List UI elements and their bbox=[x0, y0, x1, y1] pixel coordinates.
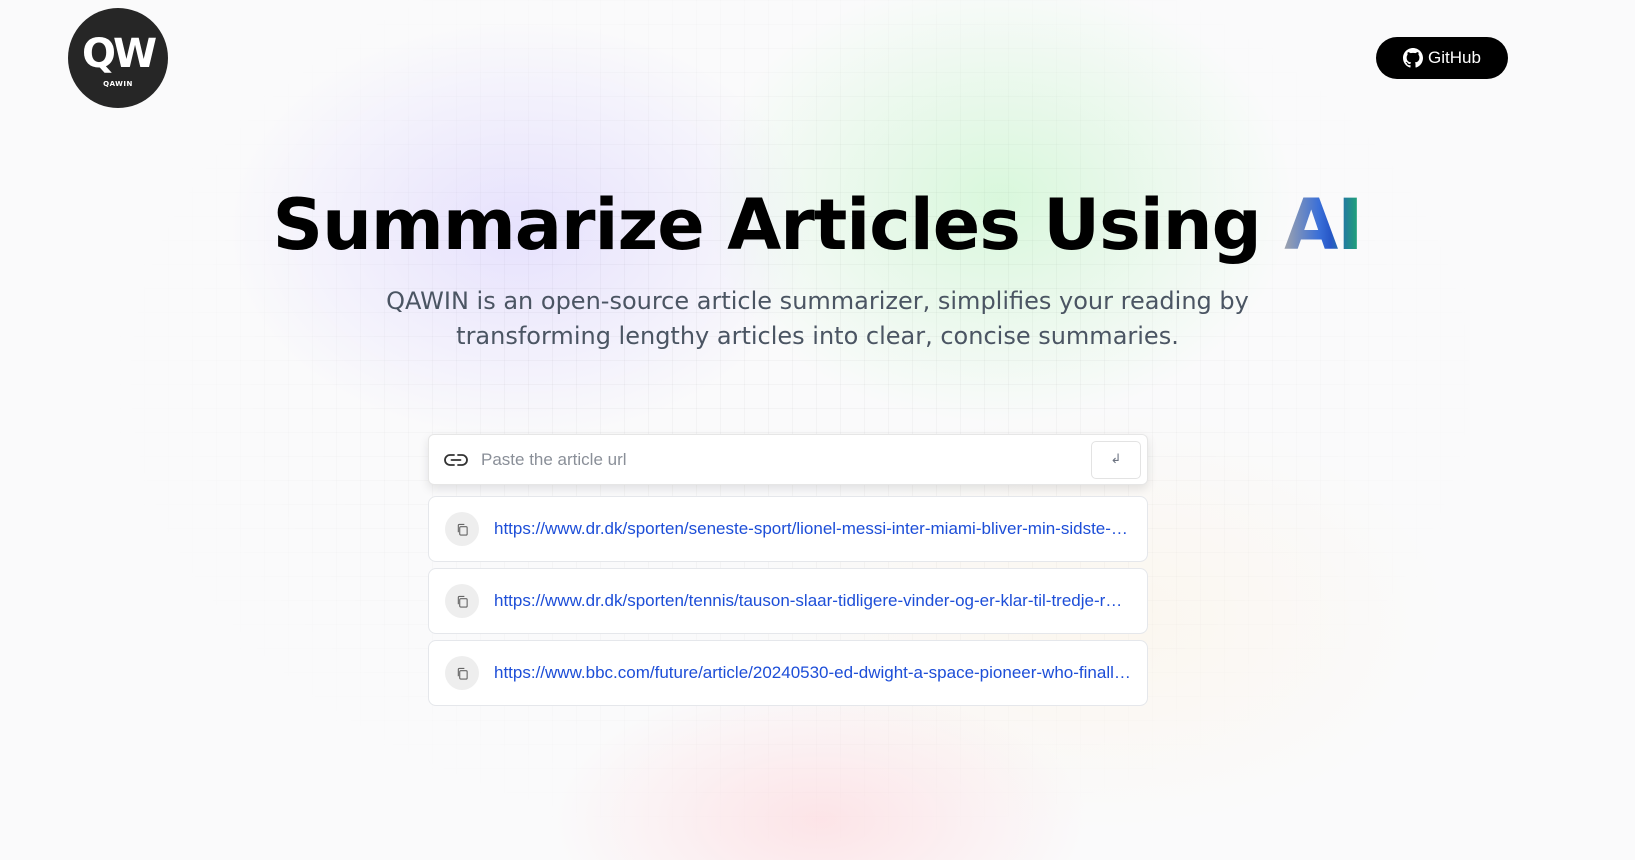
github-icon bbox=[1403, 48, 1424, 68]
link-icon bbox=[443, 451, 469, 469]
article-url-input[interactable] bbox=[469, 435, 1091, 484]
hero-description: QAWIN is an open-source article summariz… bbox=[0, 284, 1635, 354]
logo-subtitle: QAWIN bbox=[103, 80, 133, 88]
url-form: ↲ bbox=[428, 434, 1148, 485]
background-grid bbox=[0, 0, 1635, 860]
copy-button[interactable] bbox=[445, 584, 479, 618]
enter-icon: ↲ bbox=[1110, 452, 1122, 467]
background-gradient bbox=[0, 0, 1635, 860]
github-button[interactable]: GitHub bbox=[1376, 37, 1508, 79]
github-button-label: GitHub bbox=[1428, 48, 1481, 67]
qawin-logo[interactable]: QW QAWIN bbox=[68, 8, 168, 108]
hero-title-main: Summarize Articles Using bbox=[272, 184, 1285, 266]
history-url: https://www.dr.dk/sporten/tennis/tauson-… bbox=[494, 591, 1131, 610]
logo-mark: QW bbox=[81, 31, 157, 77]
history-item[interactable]: https://www.bbc.com/future/article/20240… bbox=[428, 640, 1148, 706]
hero-description-line-1: QAWIN is an open-source article summariz… bbox=[386, 287, 1249, 315]
copy-icon bbox=[457, 595, 468, 608]
submit-button[interactable]: ↲ bbox=[1091, 440, 1141, 479]
copy-button[interactable] bbox=[445, 512, 479, 546]
history-item[interactable]: https://www.dr.dk/sporten/tennis/tauson-… bbox=[428, 568, 1148, 634]
history-url: https://www.bbc.com/future/article/20240… bbox=[494, 663, 1131, 682]
hero-description-line-2: transforming lengthy articles into clear… bbox=[456, 322, 1179, 350]
history-item[interactable]: https://www.dr.dk/sporten/seneste-sport/… bbox=[428, 496, 1148, 562]
copy-button[interactable] bbox=[445, 656, 479, 690]
copy-icon bbox=[457, 523, 468, 536]
hero-title: Summarize Articles Using AI bbox=[0, 180, 1635, 270]
hero-title-accent: AI bbox=[1284, 184, 1363, 266]
history-list: https://www.dr.dk/sporten/seneste-sport/… bbox=[428, 496, 1148, 712]
copy-icon bbox=[457, 667, 468, 680]
history-url: https://www.dr.dk/sporten/seneste-sport/… bbox=[494, 519, 1131, 538]
